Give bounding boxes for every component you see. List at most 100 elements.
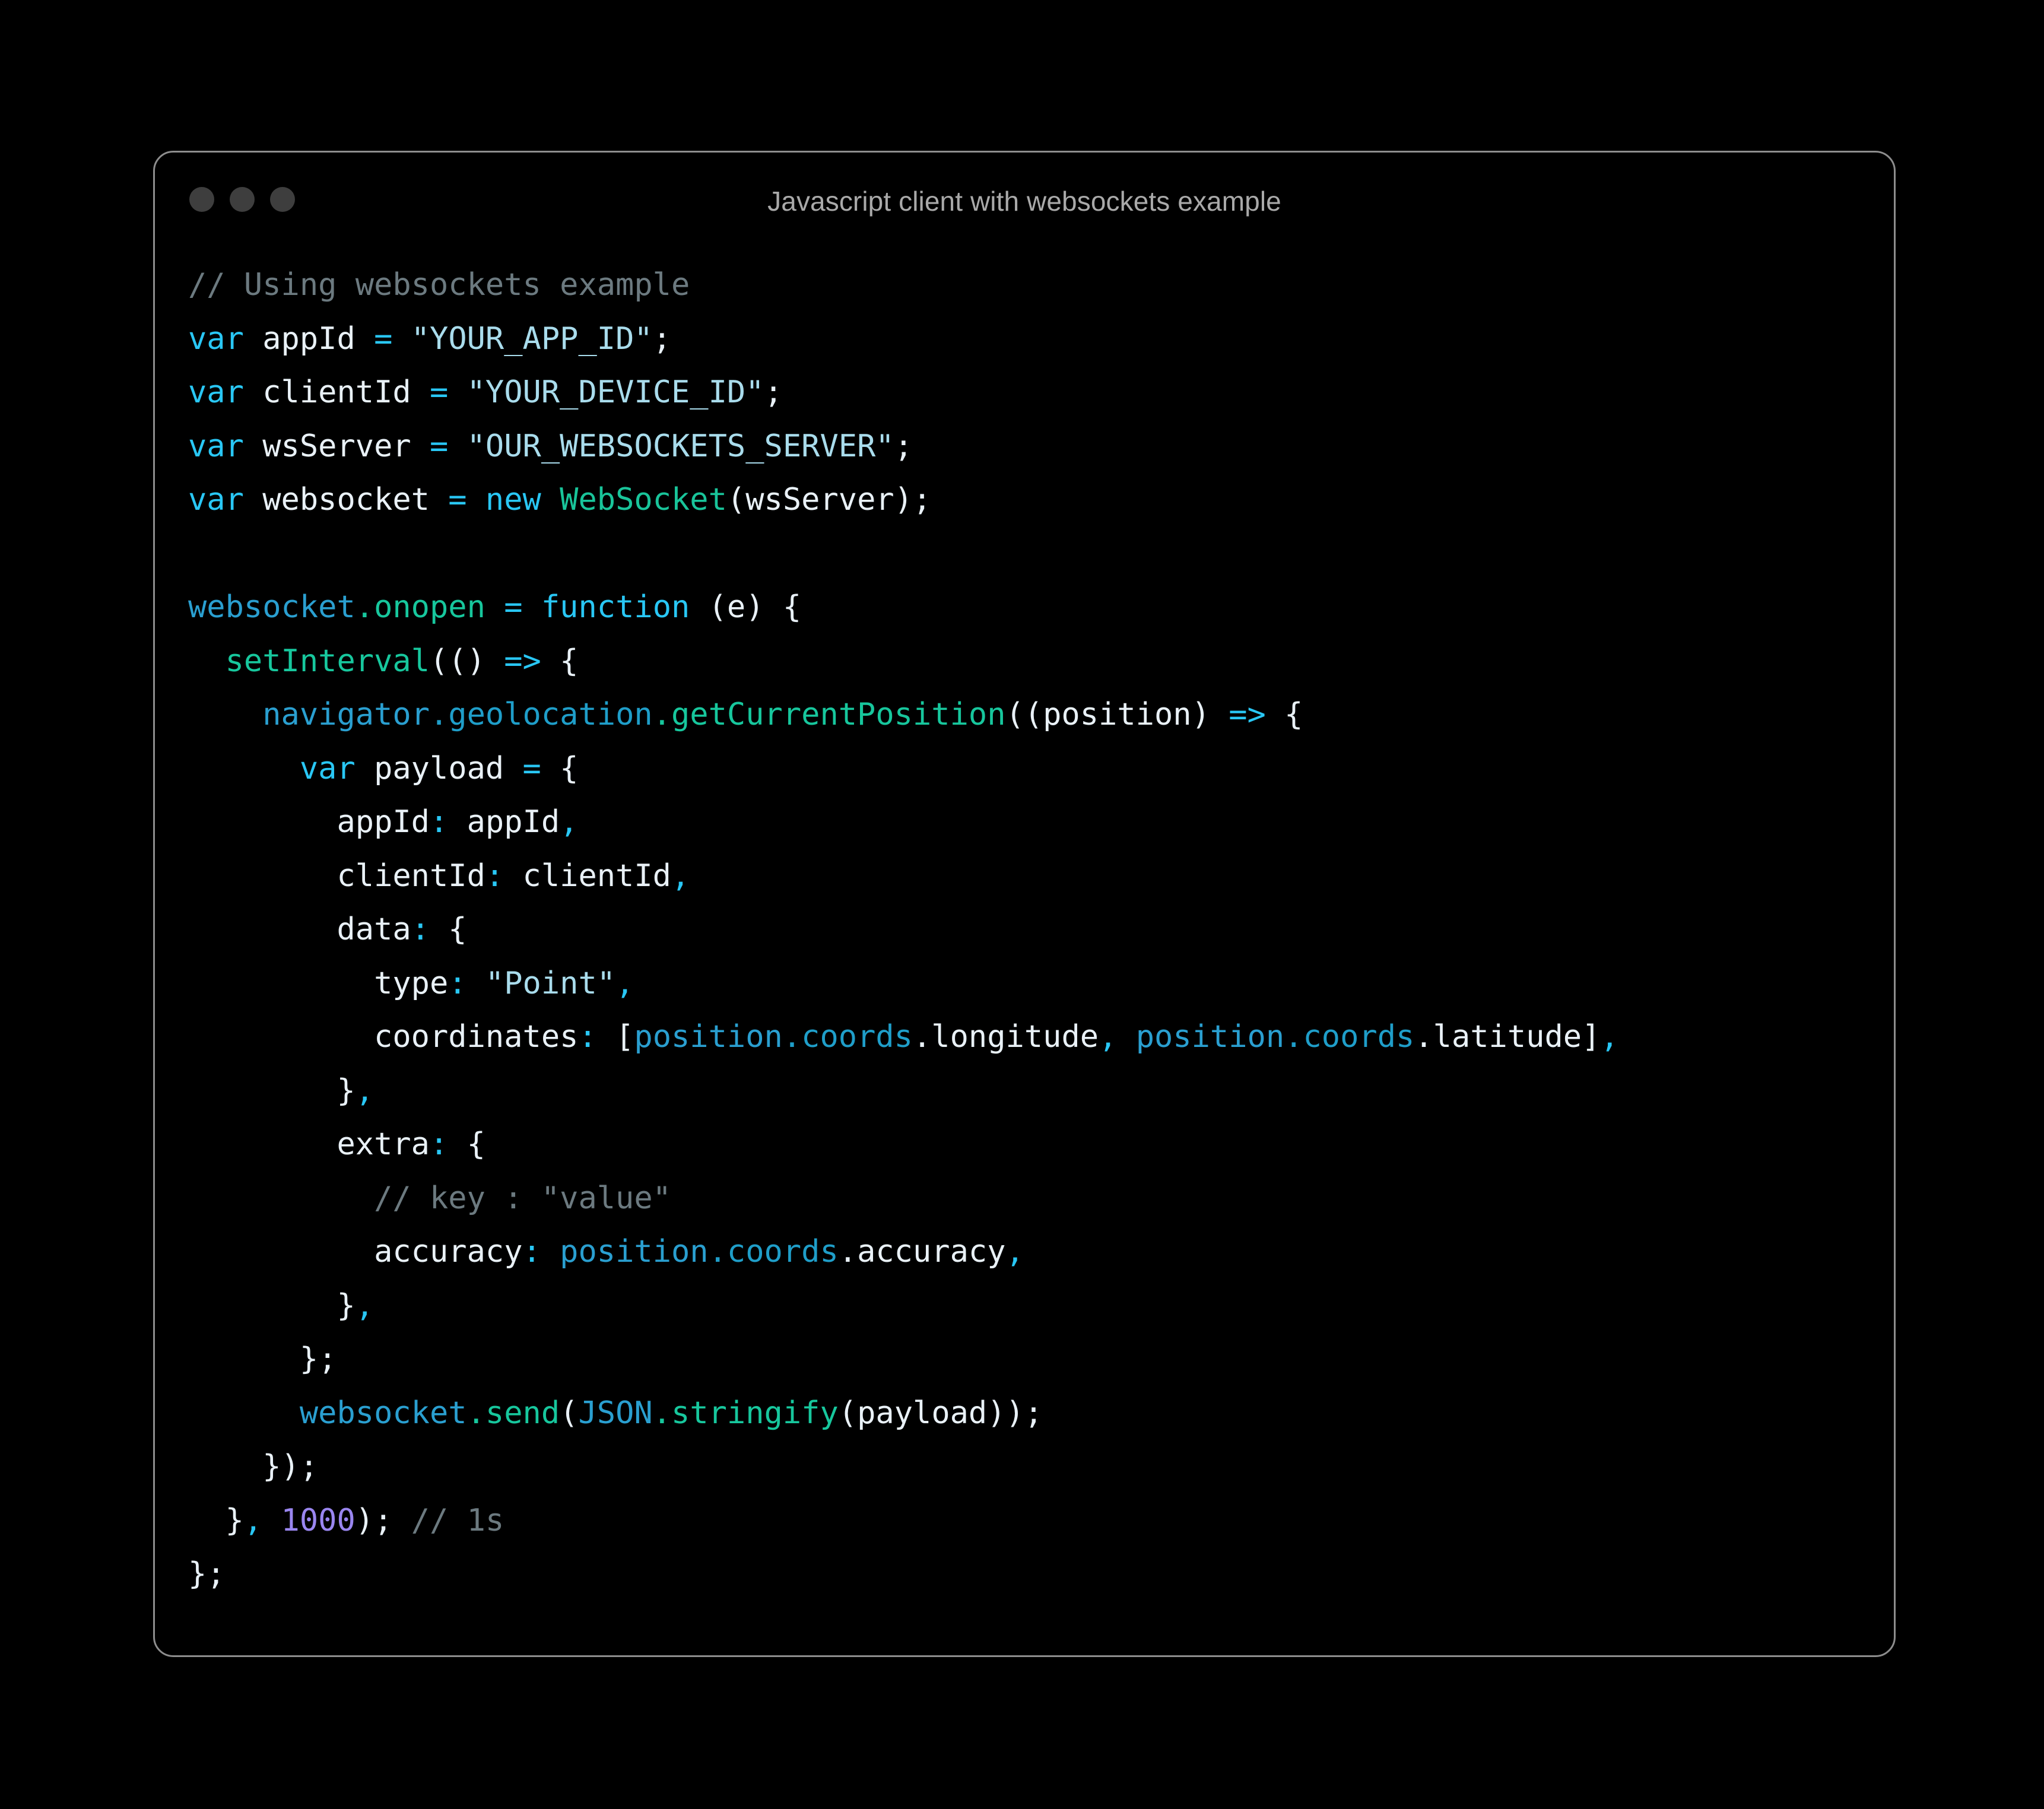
code-token-plain: (e) { — [690, 589, 802, 625]
code-token-object: position — [1135, 1019, 1285, 1055]
code-token-keyword: new — [485, 482, 541, 518]
code-token-keyword: var — [188, 428, 244, 464]
code-token-plain: } — [188, 1502, 244, 1538]
code-token-plain: { — [430, 912, 467, 947]
code-token-function: .send — [466, 1395, 560, 1431]
code-token-plain: clientId — [504, 858, 671, 894]
code-token-delimiter: , — [671, 858, 690, 894]
code-token-plain: }; — [188, 1341, 337, 1377]
code-token-delimiter: : — [430, 1126, 449, 1162]
code-token-operator: = — [522, 750, 541, 786]
code-line: var wsServer = "OUR_WEBSOCKETS_SERVER"; — [188, 420, 1894, 474]
code-token-delimiter: : — [411, 912, 430, 947]
code-token-object: JSON — [578, 1395, 653, 1431]
code-token-plain: ); — [355, 1502, 393, 1538]
code-token-object: position — [634, 1019, 783, 1055]
code-token-operator: = — [504, 589, 523, 625]
code-token-plain: { — [1265, 697, 1303, 732]
code-token-plain: ; — [652, 320, 672, 357]
code-token-operator: = — [374, 320, 393, 357]
code-line: setInterval(() => { — [188, 634, 1894, 688]
code-token-function: .stringify — [652, 1395, 839, 1431]
code-line: var appId = "YOUR_APP_ID"; — [188, 312, 1894, 366]
code-token-comment: // Using websockets example — [188, 267, 690, 303]
code-token-keyword: var — [188, 320, 244, 357]
code-token-property: .geolocation — [430, 697, 653, 732]
code-token-delimiter: : — [485, 858, 504, 894]
code-token-plain: extra — [188, 1126, 430, 1162]
code-token-delimiter: , — [355, 1072, 374, 1109]
code-token-keyword: var — [299, 750, 356, 786]
code-token-plain: clientId — [188, 858, 485, 894]
code-token-plain: .accuracy — [838, 1234, 1006, 1270]
code-token-keyword: var — [188, 482, 244, 518]
code-line: coordinates: [position.coords.longitude,… — [188, 1010, 1894, 1064]
code-token-plain: { — [448, 1126, 485, 1162]
code-token-delimiter: : — [522, 1234, 541, 1270]
code-token-function: .getCurrentPosition — [652, 697, 1006, 732]
code-line: }); — [188, 1440, 1894, 1494]
code-token-keyword: var — [188, 375, 244, 410]
code-token-plain: [ — [596, 1019, 634, 1055]
code-line: }; — [188, 1332, 1894, 1386]
code-token-plain: appId — [188, 804, 430, 840]
code-token-string: "YOUR_DEVICE_ID" — [466, 375, 764, 410]
code-token-plain: payload — [355, 750, 523, 786]
code-token-plain: .latitude — [1414, 1019, 1582, 1055]
code-token-number: 1000 — [281, 1502, 356, 1538]
code-token-operator: => — [504, 643, 541, 679]
code-line: websocket.onopen = function (e) { — [188, 580, 1894, 634]
code-token-plain: clientId — [243, 375, 430, 410]
code-token-plain: appId — [243, 320, 374, 357]
code-block: // Using websockets example var appId = "… — [188, 258, 1894, 1655]
code-token-delimiter: , — [560, 804, 579, 840]
code-token-plain: wsServer — [243, 428, 430, 464]
code-token-delimiter: , — [243, 1502, 263, 1538]
code-token-property: .coords — [1284, 1019, 1415, 1055]
code-line: navigator.geolocation.getCurrentPosition… — [188, 688, 1894, 742]
code-token-plain: }; — [188, 1556, 226, 1592]
code-token-delimiter: : — [448, 965, 467, 1001]
code-line: var clientId = "YOUR_DEVICE_ID"; — [188, 366, 1894, 420]
code-line: var payload = { — [188, 742, 1894, 796]
code-token-plain: (wsServer); — [726, 482, 932, 518]
code-token-plain: ] — [1582, 1019, 1601, 1055]
code-token-plain: ; — [894, 428, 913, 464]
code-token-plain: } — [188, 1287, 356, 1324]
code-window: Javascript client with websockets exampl… — [153, 151, 1896, 1657]
code-token-comment: // 1s — [411, 1502, 504, 1538]
code-token-delimiter: , — [615, 965, 634, 1001]
code-line: // key : "value" — [188, 1172, 1894, 1226]
code-token-plain: appId — [448, 804, 560, 840]
code-line: clientId: clientId, — [188, 849, 1894, 903]
code-token-operator: = — [430, 428, 449, 464]
code-line: var websocket = new WebSocket(wsServer); — [188, 473, 1894, 527]
code-token-operator: = — [430, 375, 449, 410]
code-token-plain: { — [541, 643, 579, 679]
code-line: }, — [188, 1279, 1894, 1333]
code-token-object: websocket — [188, 589, 356, 625]
code-line: // Using websockets example — [188, 258, 1894, 312]
code-line: accuracy: position.coords.accuracy, — [188, 1225, 1894, 1279]
window-title-bar[interactable]: Javascript client with websockets exampl… — [155, 153, 1894, 242]
code-token-plain: ((position) — [1005, 697, 1210, 732]
code-token-delimiter: , — [355, 1287, 374, 1324]
code-token-delimiter: , — [1005, 1234, 1024, 1270]
code-token-plain: type — [188, 965, 449, 1001]
code-token-property: .coords — [782, 1019, 913, 1055]
